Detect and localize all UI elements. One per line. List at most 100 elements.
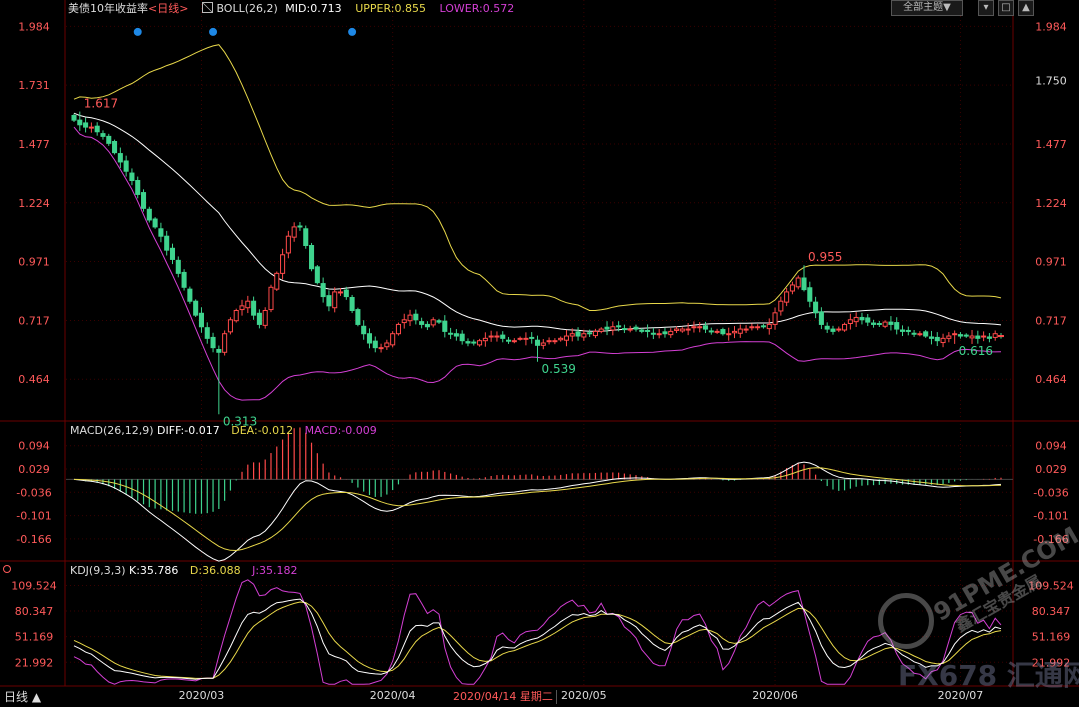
candle-body	[726, 333, 732, 336]
candle-body	[366, 333, 373, 344]
candle-body	[471, 341, 477, 344]
candle-body	[674, 328, 680, 331]
candle-body	[430, 319, 436, 326]
candle-body	[164, 235, 170, 251]
macd-y-tick: -0.036	[16, 486, 51, 499]
candle-body	[204, 327, 210, 339]
minimize-icon[interactable]: ▾	[978, 0, 994, 16]
candle-body	[917, 333, 923, 336]
candle-body	[500, 334, 506, 339]
candle-body	[152, 218, 158, 228]
price-right-y-tick: 0.717	[1035, 314, 1067, 327]
candle-body	[337, 291, 344, 294]
candle-body	[117, 153, 123, 163]
price-right-y-tick: 1.224	[1035, 197, 1067, 210]
kdj-right-y-tick: 51.169	[1032, 631, 1071, 644]
candle-body	[88, 126, 94, 129]
macd-dea: DEA:-0.012	[231, 424, 294, 437]
candle-body	[233, 310, 239, 322]
candle-body	[859, 316, 865, 321]
price-y-tick: 1.984	[18, 20, 50, 33]
extreme-label: 1.617	[84, 97, 118, 111]
instrument-title: 美债10年收益率	[68, 2, 148, 15]
candle-body	[227, 319, 233, 333]
boll-mid-line	[73, 112, 1002, 332]
candle-body	[598, 328, 604, 332]
candle-body	[506, 339, 512, 342]
candle-body	[888, 321, 894, 325]
theme-dropdown[interactable]: 全部主题▼	[891, 0, 963, 16]
candle-body	[668, 330, 674, 336]
candle-body	[731, 330, 738, 334]
candle-body	[181, 271, 187, 288]
candle-body	[256, 312, 262, 325]
candle-body	[610, 326, 616, 331]
kdj-settings-icon[interactable]	[3, 565, 11, 573]
boll-mid: MID:0.713	[285, 2, 342, 15]
price-y-tick: 1.731	[18, 79, 50, 92]
candle-body	[146, 208, 152, 221]
macd-y-tick: 0.094	[18, 440, 50, 453]
candle-body	[372, 340, 378, 349]
candle-body	[222, 333, 228, 353]
candle-body	[401, 319, 407, 324]
candle-body	[824, 325, 830, 330]
kdj-name: KDJ(9,3,3)	[70, 564, 126, 577]
candle-body	[123, 160, 129, 172]
candle-body	[847, 319, 853, 324]
macd-right-y-tick: 0.094	[1035, 440, 1067, 453]
candle-body	[540, 342, 546, 346]
candle-body	[807, 287, 813, 302]
candle-body	[563, 335, 569, 341]
candle-body	[448, 332, 454, 335]
candle-body	[390, 333, 396, 346]
candle-body	[274, 272, 280, 290]
x-tick: 2020/05	[561, 689, 607, 702]
macd-right-y-tick: 0.029	[1035, 463, 1067, 476]
candle-body	[656, 333, 662, 336]
candle-body	[697, 326, 703, 329]
kdj-k-line	[73, 598, 1002, 680]
candle-body	[332, 291, 338, 309]
period-label[interactable]: <日线>	[148, 2, 188, 15]
x-tick: 2020/03	[179, 689, 225, 702]
candle-body	[355, 309, 361, 325]
candle-body	[343, 289, 349, 298]
candle-body	[442, 320, 448, 332]
candle-body	[894, 322, 900, 330]
chart-svg[interactable]: 1.984 1.984 1.731 1.750 1.477 1.477 1.224 1.224…	[0, 0, 1079, 707]
expand-icon[interactable]: ▲	[1018, 0, 1034, 16]
extreme-label: 0.955	[808, 250, 842, 264]
candle-body	[714, 330, 720, 333]
candle-body	[112, 141, 118, 154]
candle-body	[899, 329, 906, 332]
price-y-tick: 1.477	[18, 138, 50, 151]
candle-body	[836, 328, 842, 331]
candle-body	[216, 349, 222, 353]
price-right-y-tick: 1.750	[1035, 75, 1067, 88]
candle-body	[760, 325, 766, 328]
candle-body	[969, 335, 975, 339]
boll-upper: UPPER:0.855	[355, 2, 426, 15]
candle-body	[546, 340, 552, 343]
boll-name: BOLL(26,2)	[216, 2, 278, 15]
candle-body	[865, 317, 871, 323]
candle-body	[245, 300, 251, 309]
event-marker	[209, 27, 218, 36]
candle-body	[737, 328, 743, 334]
candle-body	[981, 335, 987, 338]
candle-body	[187, 288, 193, 302]
candle-body	[135, 180, 141, 195]
kdj-y-tick: 80.347	[15, 605, 54, 618]
candle-body	[268, 286, 274, 311]
candle-body	[639, 329, 645, 332]
period-button[interactable]: 日线 ▲	[4, 690, 41, 704]
candle-body	[986, 336, 992, 339]
candle-body	[83, 122, 89, 128]
candle-body	[749, 326, 755, 329]
candle-body	[720, 329, 726, 335]
restore-icon[interactable]: □	[998, 0, 1014, 16]
kdj-k: K:35.786	[129, 564, 179, 577]
macd-diff: DIFF:-0.017	[157, 424, 220, 437]
candle-body	[702, 325, 709, 330]
